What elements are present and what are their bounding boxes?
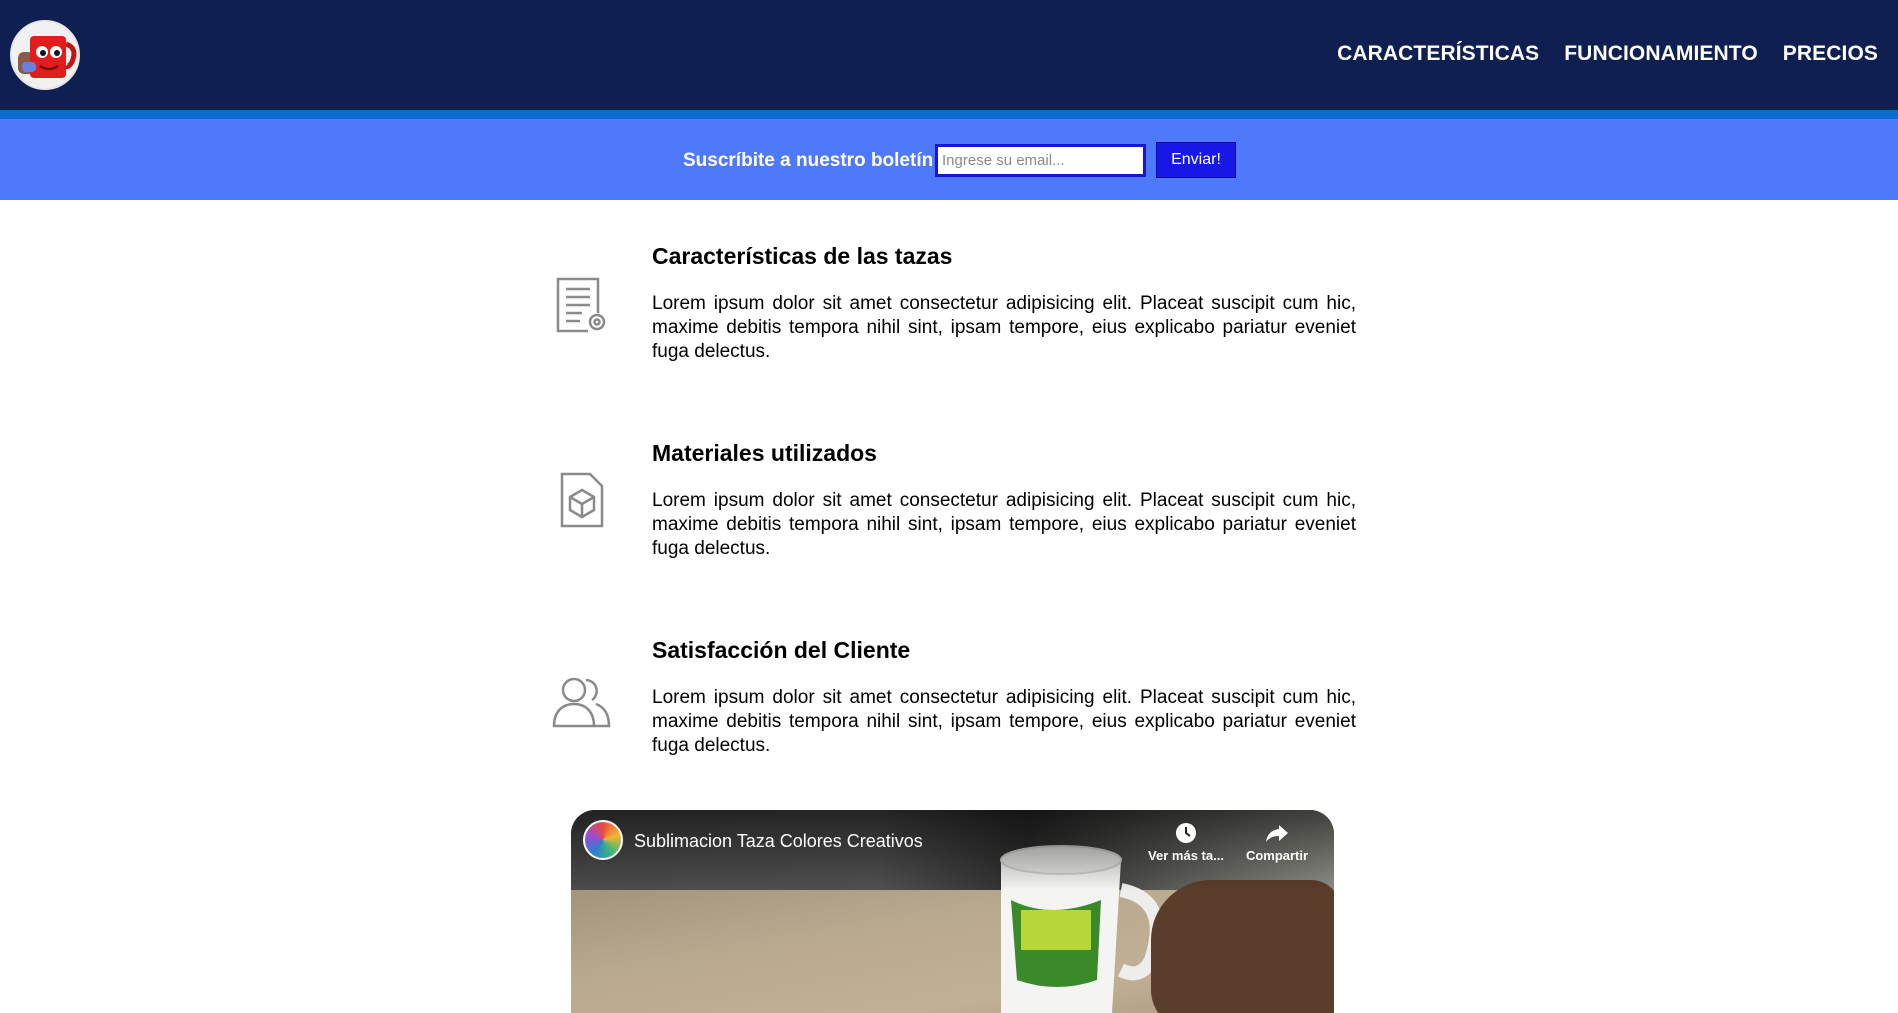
feature-item: Características de las tazas Lorem ipsum… xyxy=(552,243,1362,383)
site-header: CARACTERÍSTICAS FUNCIONAMIENTO PRECIOS xyxy=(0,0,1898,110)
feature-title: Características de las tazas xyxy=(652,243,953,269)
feature-title: Materiales utilizados xyxy=(652,440,877,466)
main-nav: CARACTERÍSTICAS FUNCIONAMIENTO PRECIOS xyxy=(1337,42,1878,66)
feature-title: Satisfacción del Cliente xyxy=(652,637,911,663)
email-input[interactable] xyxy=(935,144,1146,177)
channel-avatar[interactable] xyxy=(583,820,623,860)
feature-description: Lorem ipsum dolor sit amet consectetur a… xyxy=(652,490,1356,559)
logo[interactable] xyxy=(10,20,80,90)
share-button[interactable]: Compartir xyxy=(1237,822,1317,863)
share-label: Compartir xyxy=(1245,848,1309,863)
feature-description: Lorem ipsum dolor sit amet consectetur a… xyxy=(652,293,1356,362)
feature-item: Materiales utilizados Lorem ipsum dolor … xyxy=(552,440,1362,580)
mug-logo-icon xyxy=(13,23,78,88)
clock-icon xyxy=(1176,823,1196,843)
video-embed[interactable]: Sublimacion Taza Colores Creativos Ver m… xyxy=(571,810,1334,1013)
newsletter-label: Suscríbite a nuestro boletín xyxy=(683,150,934,171)
feature-description: Lorem ipsum dolor sit amet consectetur a… xyxy=(652,687,1356,756)
feature-item: Satisfacción del Cliente Lorem ipsum dol… xyxy=(552,637,1362,777)
video-title[interactable]: Sublimacion Taza Colores Creativos xyxy=(634,831,923,852)
box-document-icon xyxy=(552,470,612,530)
nav-link-funcionamiento[interactable]: FUNCIONAMIENTO xyxy=(1564,42,1758,66)
watch-later-button[interactable]: Ver más ta... xyxy=(1146,822,1226,863)
share-icon xyxy=(1266,825,1288,842)
header-stripe xyxy=(0,110,1898,119)
nav-link-caracteristicas[interactable]: CARACTERÍSTICAS xyxy=(1337,42,1539,66)
newsletter-bar: Suscríbite a nuestro boletín Enviar! xyxy=(0,119,1898,200)
submit-button[interactable]: Enviar! xyxy=(1156,142,1236,178)
nav-link-precios[interactable]: PRECIOS xyxy=(1783,42,1878,66)
certificate-document-icon xyxy=(552,275,612,335)
watch-later-label: Ver más ta... xyxy=(1148,848,1224,863)
users-icon xyxy=(552,672,612,732)
